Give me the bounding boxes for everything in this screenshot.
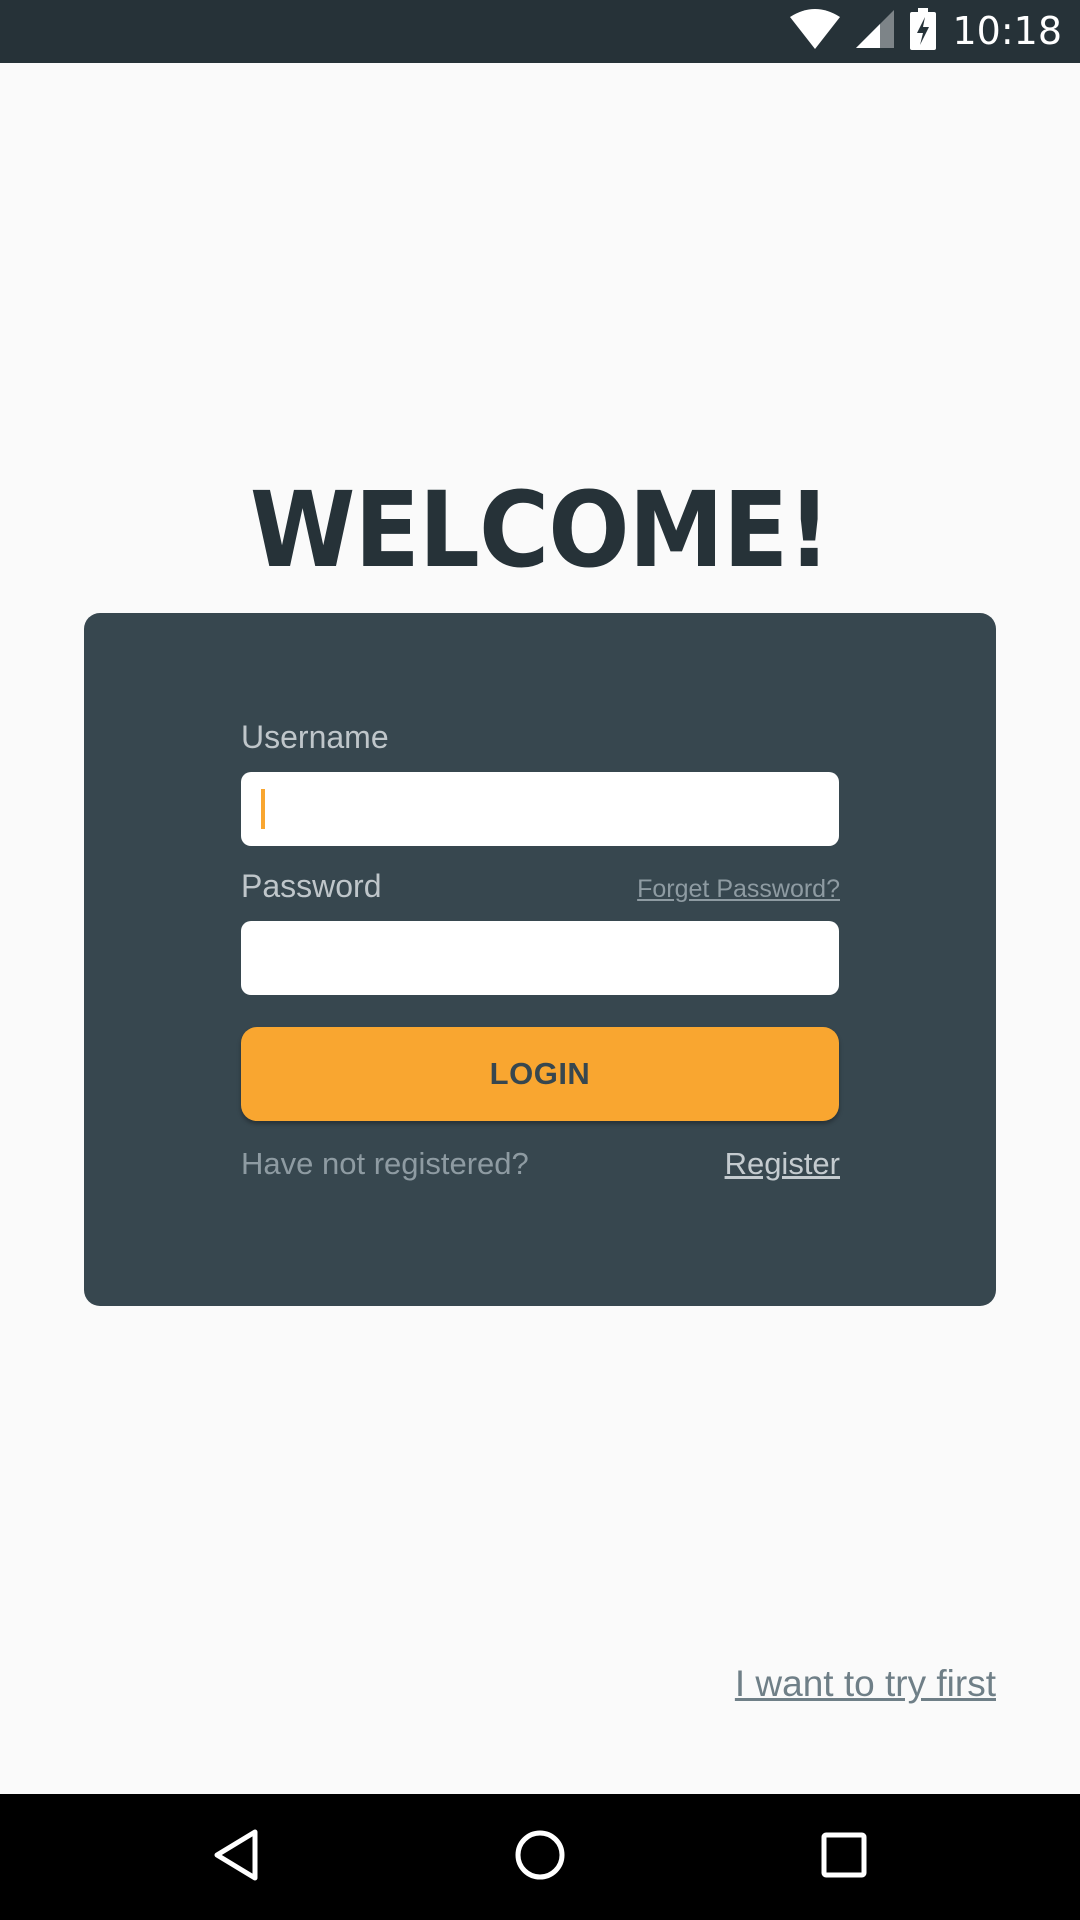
recents-button[interactable] — [784, 1794, 904, 1920]
password-input[interactable] — [241, 921, 839, 995]
try-first-link[interactable]: I want to try first — [735, 1663, 996, 1705]
text-cursor — [261, 789, 265, 829]
login-button-label: LOGIN — [489, 1056, 591, 1091]
register-link[interactable]: Register — [725, 1146, 840, 1182]
navigation-bar — [0, 1794, 1080, 1920]
home-button[interactable] — [480, 1794, 600, 1920]
status-bar: 10:18 — [0, 0, 1080, 63]
recents-icon — [820, 1831, 868, 1884]
not-registered-text: Have not registered? — [241, 1146, 529, 1181]
back-icon — [211, 1828, 261, 1887]
password-label: Password — [241, 868, 382, 904]
status-time: 10:18 — [952, 9, 1062, 53]
status-icons: 10:18 — [790, 0, 1062, 63]
wifi-icon — [790, 9, 841, 54]
login-button[interactable]: LOGIN — [241, 1027, 839, 1121]
username-label: Username — [241, 719, 389, 755]
cell-signal-icon — [856, 10, 895, 53]
welcome-title: WELCOME! — [249, 469, 831, 591]
home-icon — [513, 1828, 567, 1887]
username-input[interactable] — [241, 772, 839, 846]
login-card: Username Password Forget Password? LOGIN… — [84, 613, 996, 1306]
forget-password-link[interactable]: Forget Password? — [637, 875, 840, 904]
back-button[interactable] — [176, 1794, 296, 1920]
battery-charging-icon — [910, 8, 937, 55]
